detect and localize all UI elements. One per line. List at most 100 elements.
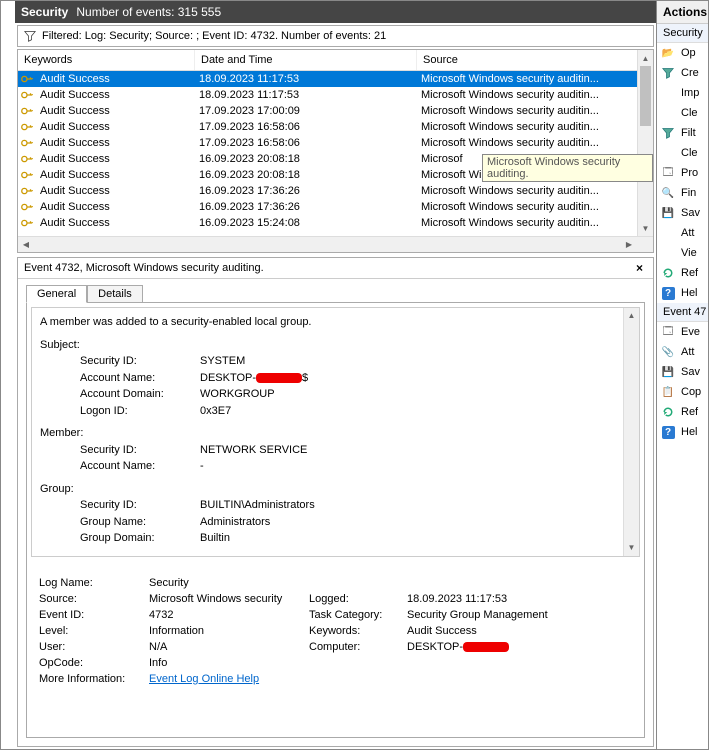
meta-src-label: Source:	[39, 593, 149, 605]
events-count: Number of events: 315 555	[76, 5, 221, 19]
meta-op-label: OpCode:	[39, 657, 149, 669]
row-keywords: Audit Success	[34, 201, 193, 213]
action-eve[interactable]: 🗔Eve	[657, 322, 708, 342]
row-keywords: Audit Success	[34, 89, 193, 101]
meta-cmp-value: DESKTOP-	[407, 641, 632, 653]
scroll-down-icon[interactable]: ▼	[638, 220, 653, 236]
tab-details[interactable]: Details	[87, 285, 143, 303]
action-label: Sav	[681, 207, 700, 219]
action-att[interactable]: Att	[657, 223, 708, 243]
event-row[interactable]: Audit Success16.09.2023 17:36:26Microsof…	[18, 199, 653, 215]
action-att[interactable]: 📎Att	[657, 342, 708, 362]
action-cre[interactable]: Cre	[657, 63, 708, 83]
group-dom-value: Builtin	[200, 530, 631, 547]
event-row[interactable]: Audit Success16.09.2023 17:36:26Microsof…	[18, 183, 653, 199]
msg-scrollbar[interactable]: ▲ ▼	[623, 308, 639, 556]
member-sid-value: NETWORK SERVICE	[200, 442, 631, 459]
group-dom-label: Group Domain:	[80, 530, 200, 547]
message-head: A member was added to a security-enabled…	[40, 314, 631, 331]
row-source: Microsoft Windows security auditin...	[415, 89, 653, 101]
save-icon: 💾	[661, 206, 675, 220]
attach-icon: 📎	[661, 345, 675, 359]
action-label: Vie	[681, 247, 697, 259]
close-icon[interactable]: ×	[632, 261, 647, 275]
event-row[interactable]: Audit Success17.09.2023 16:58:06Microsof…	[18, 119, 653, 135]
actions-pane: Actions Security 📂OpCreImpCleFiltCle🗔Pro…	[657, 1, 708, 749]
action-cle[interactable]: Cle	[657, 143, 708, 163]
action-hel[interactable]: ? Hel	[657, 422, 708, 442]
help-icon: ?	[661, 425, 675, 439]
tab-general[interactable]: General	[26, 285, 87, 303]
row-datetime: 16.09.2023 17:36:26	[193, 201, 415, 213]
action-label: Hel	[681, 426, 698, 438]
action-sav[interactable]: 💾Sav	[657, 362, 708, 382]
list-scrollbar-v[interactable]: ▲ ▼	[637, 50, 653, 236]
scroll-up-icon[interactable]: ▲	[624, 308, 639, 324]
row-datetime: 17.09.2023 16:58:06	[193, 137, 415, 149]
event-log-help-link[interactable]: Event Log Online Help	[149, 673, 632, 685]
action-sav[interactable]: 💾 Sav	[657, 203, 708, 223]
col-source[interactable]: Source	[417, 50, 653, 70]
action-label: Cop	[681, 386, 701, 398]
addl-label: Additional Information:	[40, 553, 631, 558]
event-row[interactable]: Audit Success18.09.2023 11:17:53Microsof…	[18, 87, 653, 103]
col-datetime[interactable]: Date and Time	[195, 50, 417, 70]
meta-src-value: Microsoft Windows security	[149, 593, 309, 605]
log-title: Security	[21, 5, 68, 19]
event-row[interactable]: Audit Success17.09.2023 16:58:06Microsof…	[18, 135, 653, 151]
action-ref[interactable]: Ref	[657, 263, 708, 283]
actions-group-security: Security	[657, 24, 708, 43]
subject-sid-value: SYSTEM	[200, 353, 631, 370]
event-row[interactable]: Audit Success16.09.2023 15:24:08Microsof…	[18, 215, 653, 231]
action-vie[interactable]: Vie	[657, 243, 708, 263]
row-source: Microsoft Windows security auditin...	[415, 217, 653, 229]
action-label: Ref	[681, 406, 698, 418]
source-tooltip: Microsoft Windows security auditing.	[482, 154, 653, 182]
list-scrollbar-h[interactable]: ◀ ▶	[18, 236, 653, 252]
action-imp[interactable]: Imp	[657, 83, 708, 103]
action-cop[interactable]: 📋Cop	[657, 382, 708, 402]
row-source: Microsoft Windows security auditin...	[415, 201, 653, 213]
blank-icon	[661, 226, 675, 240]
subject-acc-label: Account Name:	[80, 370, 200, 387]
action-label: Sav	[681, 366, 700, 378]
subject-dom-value: WORKGROUP	[200, 386, 631, 403]
blank-icon	[661, 106, 675, 120]
action-hel[interactable]: ?Hel	[657, 283, 708, 303]
action-label: Cle	[681, 107, 698, 119]
row-datetime: 18.09.2023 11:17:53	[193, 89, 415, 101]
action-fin[interactable]: 🔍Fin	[657, 183, 708, 203]
action-cle[interactable]: Cle	[657, 103, 708, 123]
scroll-thumb[interactable]	[640, 66, 651, 126]
action-ref[interactable]: Ref	[657, 402, 708, 422]
subject-lid-label: Logon ID:	[80, 403, 200, 420]
member-label: Member:	[40, 425, 631, 442]
group-sid-label: Security ID:	[80, 497, 200, 514]
action-filt[interactable]: Filt	[657, 123, 708, 143]
action-pro[interactable]: 🗔Pro	[657, 163, 708, 183]
scroll-down-icon[interactable]: ▼	[624, 540, 639, 556]
redaction	[256, 373, 302, 383]
meta-logged-label: Logged:	[309, 593, 407, 605]
scroll-up-icon[interactable]: ▲	[638, 50, 653, 66]
action-label: Cle	[681, 147, 698, 159]
group-label: Group:	[40, 481, 631, 498]
event-meta: Log Name: Security Source: Microsoft Win…	[31, 577, 640, 693]
action-label: Hel	[681, 287, 698, 299]
group-sid-value: BUILTIN\Administrators	[200, 497, 631, 514]
scroll-right-icon[interactable]: ▶	[621, 237, 637, 252]
subject-dom-label: Account Domain:	[80, 386, 200, 403]
col-keywords[interactable]: Keywords	[18, 50, 195, 70]
row-datetime: 17.09.2023 17:00:09	[193, 105, 415, 117]
funnel-icon	[661, 66, 675, 80]
event-row[interactable]: Audit Success17.09.2023 17:00:09Microsof…	[18, 103, 653, 119]
row-keywords: Audit Success	[34, 185, 193, 197]
meta-log-value: Security	[149, 577, 632, 589]
action-op[interactable]: 📂Op	[657, 43, 708, 63]
subject-lid-value: 0x3E7	[200, 403, 631, 420]
scroll-left-icon[interactable]: ◀	[18, 237, 34, 252]
event-row[interactable]: Audit Success18.09.2023 11:17:53Microsof…	[18, 71, 653, 87]
member-acc-value: -	[200, 458, 631, 475]
list-header[interactable]: Keywords Date and Time Source	[18, 50, 653, 71]
row-source: Microsoft Windows security auditin...	[415, 137, 653, 149]
